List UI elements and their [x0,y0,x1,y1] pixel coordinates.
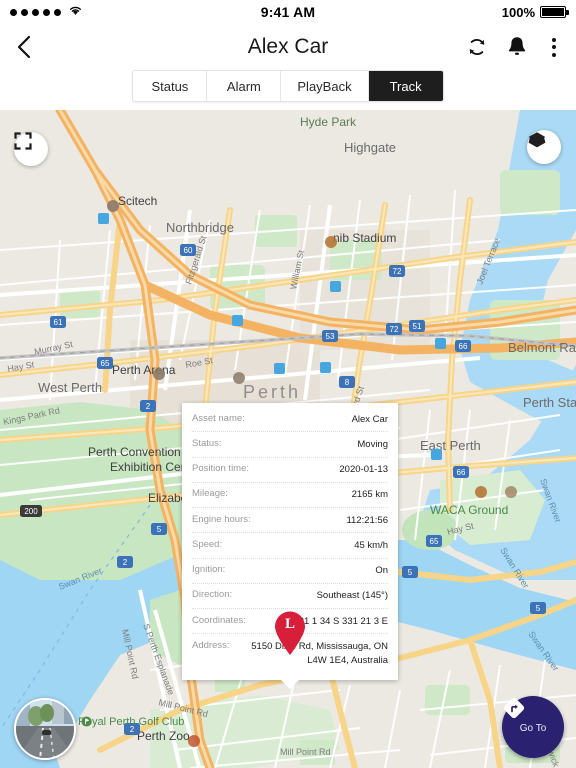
info-value: 21 1 34 S 331 21 3 E [298,615,388,627]
info-row: Status: Moving [192,432,388,458]
info-row: Direction: Southeast (145°) [192,584,388,610]
refresh-icon[interactable] [466,36,488,58]
tab-playback[interactable]: PlayBack [281,71,369,101]
info-row: Ignition: On [192,559,388,584]
info-value: Alex Car [351,413,388,425]
app-header: Alex Car [0,24,576,70]
info-value: 2020-01-13 [339,464,388,476]
map-layers-button[interactable] [527,130,561,164]
info-key: Position time: [192,463,250,475]
info-key: Mileage: [192,488,228,500]
app-screen: 9:41 AM 100% Alex Car Status Alarm PlayB… [0,0,576,768]
status-bar: 9:41 AM 100% [0,0,576,24]
tab-bar: Status Alarm PlayBack Track [0,70,576,110]
tab-alarm[interactable]: Alarm [207,71,282,101]
info-key: Engine hours: [192,513,251,525]
info-value: On [375,565,388,577]
golf-icon [81,716,92,727]
bell-icon[interactable] [506,35,528,59]
map-view[interactable]: Fitzgerald St William St Joel Terrace Murra… [0,110,576,768]
info-value: 112:21:56 [346,514,388,526]
info-value: Moving [357,438,388,450]
info-value: 2165 km [351,489,388,501]
back-button[interactable] [14,34,34,60]
info-row: Position time: 2020-01-13 [192,458,388,483]
asset-map-marker[interactable]: L [272,610,308,656]
info-row: Mileage: 2165 km [192,483,388,509]
info-key: Ignition: [192,564,226,576]
tab-status[interactable]: Status [133,71,208,101]
header-actions [466,35,562,59]
kebab-menu-icon[interactable] [546,36,562,59]
go-to-label: Go To [519,722,547,734]
info-value: Southeast (145°) [316,590,388,602]
info-row: Asset name: Alex Car [192,407,388,433]
battery-full-icon [540,6,569,18]
poi-label-text: Royal Perth Golf Club [78,716,185,728]
map-pin-label: L [284,616,295,632]
info-row: Engine hours: 112:21:56 [192,508,388,534]
segmented-control: Status Alarm PlayBack Track [132,70,444,102]
info-key: Address: [192,639,230,651]
tab-track[interactable]: Track [368,71,443,101]
info-key: Coordinates: [192,614,246,626]
poi-royal-perth-golf-club[interactable]: Royal Perth Golf Club [78,716,184,728]
status-bar-clock: 9:41 AM [260,4,316,20]
info-key: Direction: [192,589,233,601]
info-key: Status: [192,437,222,449]
info-value: 45 km/h [354,539,388,551]
go-to-button[interactable]: Go To [502,696,564,758]
info-key: Asset name: [192,412,245,424]
info-key: Speed: [192,538,223,550]
info-value: 5150 Dixie Rd, Mississauga, ON L4W 1E4, … [251,640,388,666]
streetview-thumbnail[interactable] [14,698,76,760]
info-row: Speed: 45 km/h [192,533,388,559]
fullscreen-button[interactable] [14,132,48,166]
